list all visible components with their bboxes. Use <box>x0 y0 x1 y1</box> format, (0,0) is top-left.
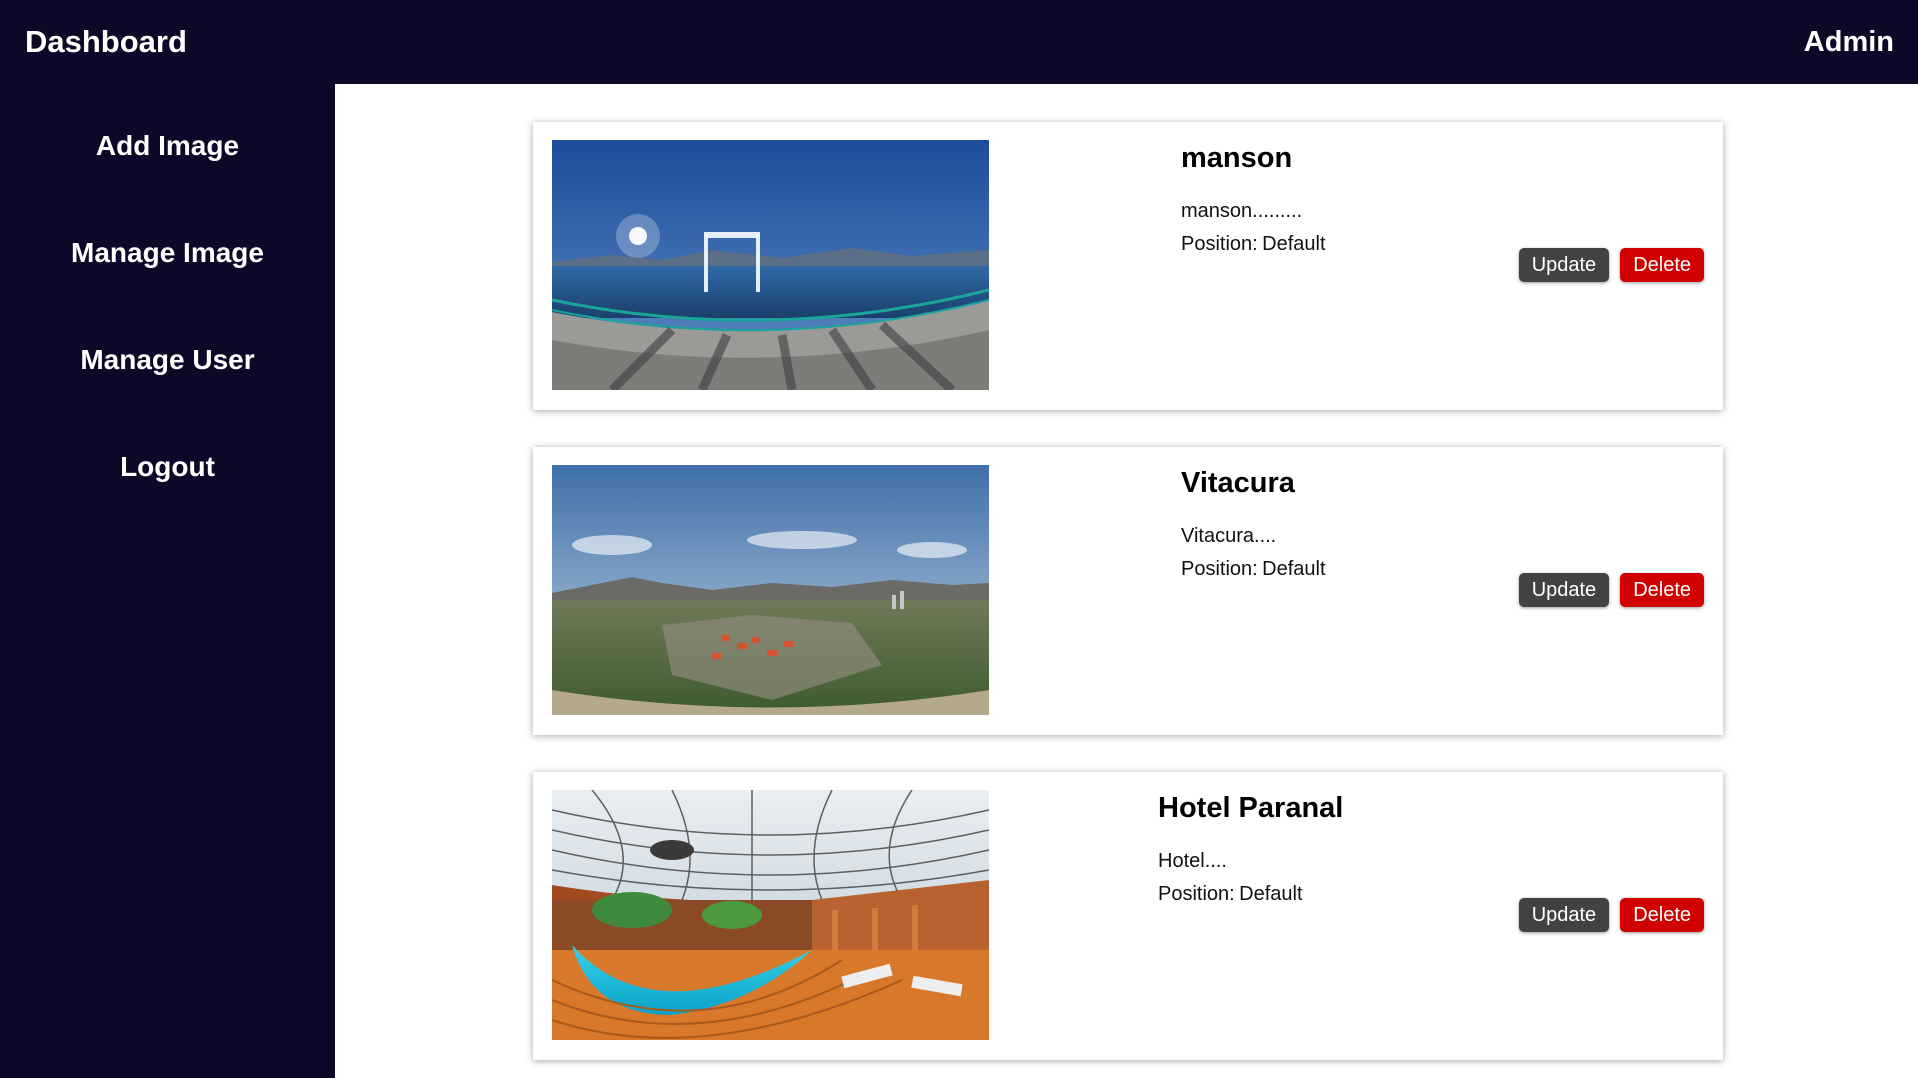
image-details: Vitacura Vitacura.... Position: Default <box>1181 463 1326 586</box>
sidebar-item-manage-user[interactable]: Manage User <box>0 344 335 376</box>
image-description: manson......... <box>1181 200 1303 222</box>
panorama-thumbnail <box>552 465 989 715</box>
image-details: manson manson......... Position: Default <box>1181 138 1326 261</box>
top-navbar: Dashboard Admin <box>0 0 1918 84</box>
panorama-thumbnail <box>552 140 989 390</box>
card-actions: Update Delete <box>1518 248 1704 282</box>
sidebar-item-add-image[interactable]: Add Image <box>0 130 335 162</box>
image-description: Hotel.... <box>1158 850 1227 872</box>
image-title: Hotel Paranal <box>1158 792 1344 824</box>
update-button[interactable]: Update <box>1518 573 1610 607</box>
card-actions: Update Delete <box>1518 573 1704 607</box>
image-position: Position: Default <box>1158 878 1343 911</box>
dashboard-title[interactable]: Dashboard <box>25 0 187 84</box>
position-value: Default <box>1262 233 1326 255</box>
image-description: Vitacura.... <box>1181 525 1277 547</box>
update-button[interactable]: Update <box>1518 898 1610 932</box>
panorama-thumbnail <box>552 790 989 1040</box>
image-card: manson manson......... Position: Default… <box>533 122 1723 410</box>
image-position: Position: Default <box>1181 228 1326 261</box>
position-value: Default <box>1239 883 1303 905</box>
update-button[interactable]: Update <box>1518 248 1610 282</box>
image-title: Vitacura <box>1181 467 1295 499</box>
delete-button[interactable]: Delete <box>1620 898 1704 932</box>
sidebar-item-manage-image[interactable]: Manage Image <box>0 237 335 269</box>
card-actions: Update Delete <box>1518 898 1704 932</box>
position-value: Default <box>1262 558 1326 580</box>
position-label: Position: <box>1158 883 1235 905</box>
delete-button[interactable]: Delete <box>1620 573 1704 607</box>
delete-button[interactable]: Delete <box>1620 248 1704 282</box>
sidebar-item-logout[interactable]: Logout <box>0 451 335 483</box>
position-label: Position: <box>1181 558 1258 580</box>
image-card: Vitacura Vitacura.... Position: Default … <box>533 447 1723 735</box>
sidebar: Add Image Manage Image Manage User Logou… <box>0 84 335 1078</box>
image-card: Hotel Paranal Hotel.... Position: Defaul… <box>533 772 1723 1060</box>
position-label: Position: <box>1181 233 1258 255</box>
admin-user-label[interactable]: Admin <box>1804 0 1894 84</box>
image-title: manson <box>1181 142 1293 174</box>
image-position: Position: Default <box>1181 553 1326 586</box>
image-details: Hotel Paranal Hotel.... Position: Defaul… <box>1158 788 1343 911</box>
